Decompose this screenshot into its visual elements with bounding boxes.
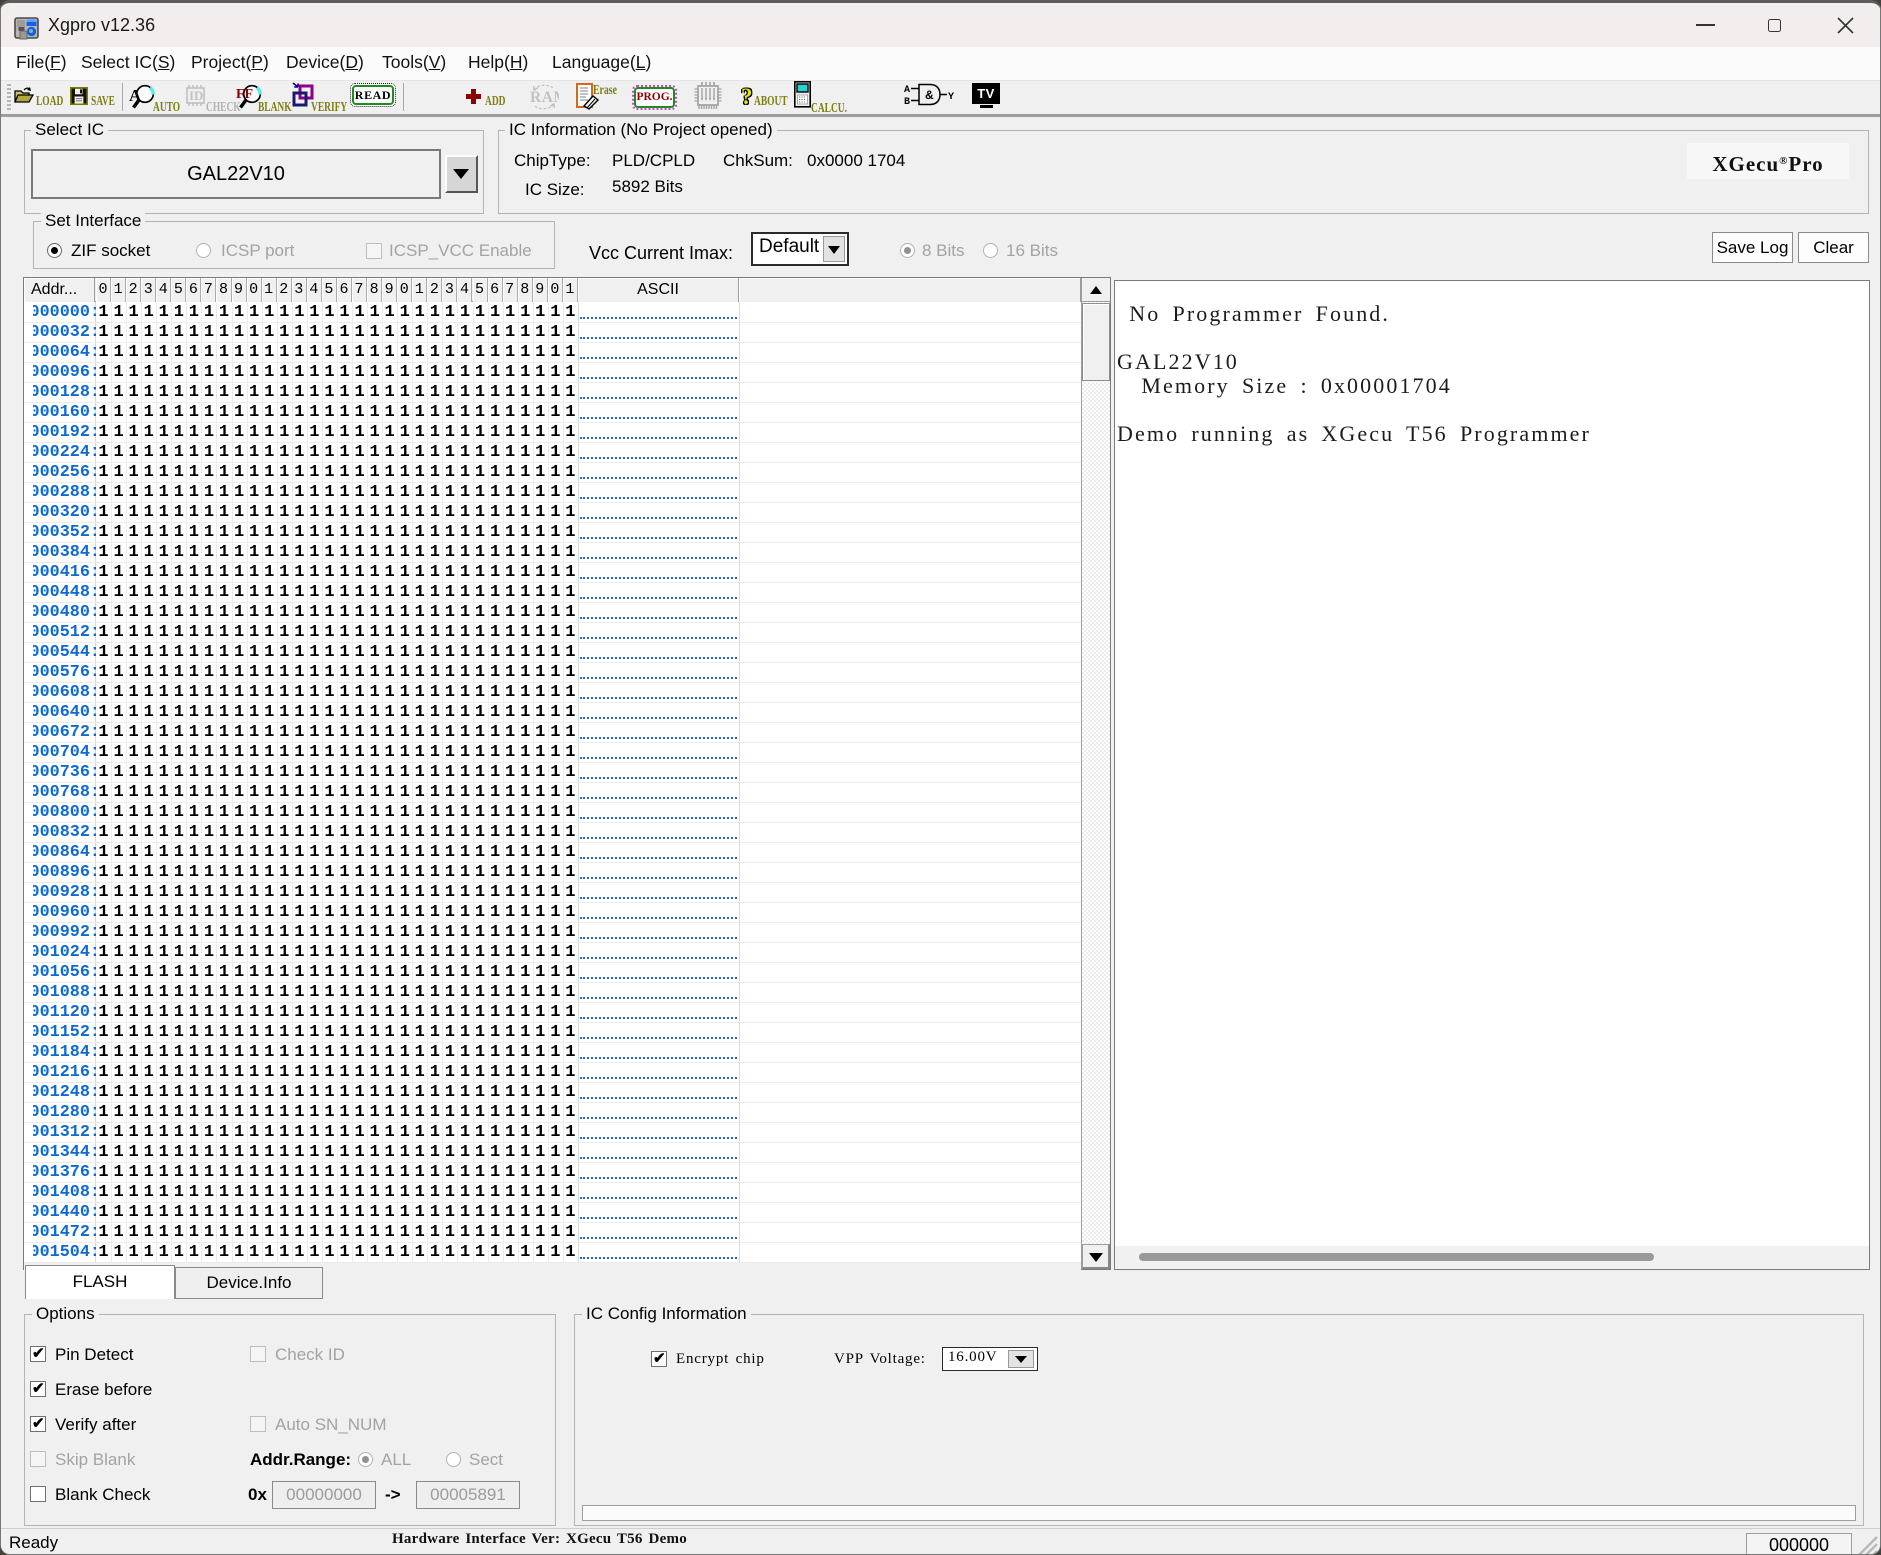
svg-text:B: B (904, 97, 910, 108)
svg-text:RAM: RAM (530, 89, 559, 106)
svg-text:&: & (925, 88, 934, 102)
svg-text:Y: Y (948, 92, 954, 103)
svg-text:ID: ID (189, 88, 203, 103)
svg-text:A: A (904, 85, 910, 96)
